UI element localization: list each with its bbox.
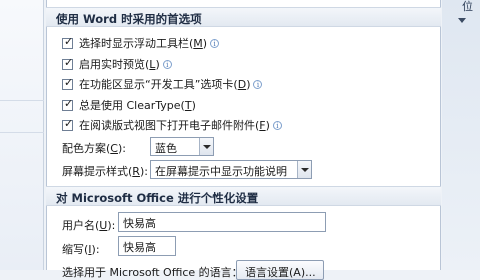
divider	[0, 100, 44, 101]
screentip-style-label: 屏幕提示样式(R):	[62, 165, 148, 178]
chevron-down-icon[interactable]	[297, 161, 311, 178]
chevron-down-icon[interactable]	[199, 138, 213, 155]
select-value: 在屏幕提示中显示功能说明	[155, 165, 287, 178]
background-right-pane: 位	[442, 0, 480, 270]
checkbox[interactable]: ✓	[62, 34, 74, 49]
info-icon: i	[253, 79, 263, 89]
checkbox[interactable]: ✓	[62, 96, 74, 111]
option-label: 总是使用 ClearType(T)	[79, 99, 196, 112]
checkbox[interactable]: ✓	[62, 116, 74, 131]
divider	[0, 132, 44, 133]
initials-label: 缩写(I):	[62, 243, 100, 256]
option-label: 选择时显示浮动工具栏(M)	[79, 37, 208, 50]
language-row-label: 选择用于 Microsoft Office 的语言：	[62, 266, 243, 279]
initials-input[interactable]: 快易高	[118, 236, 176, 256]
option-label: 在阅读版式视图下打开电子邮件附件(F)	[79, 119, 270, 132]
color-scheme-select[interactable]: 蓝色	[150, 137, 214, 156]
background-left-pane	[0, 0, 44, 270]
option-open-email-attachments[interactable]: ✓ 在阅读版式视图下打开电子邮件附件(F) i	[62, 117, 282, 133]
check-icon: ✓	[64, 116, 74, 130]
chevron-down-icon	[458, 18, 466, 23]
info-icon: i	[272, 120, 282, 130]
checkbox[interactable]: ✓	[62, 55, 74, 70]
section-header-personalize-office: 对 Microsoft Office 进行个性化设置	[46, 186, 441, 206]
info-icon: i	[162, 59, 172, 69]
option-always-cleartype[interactable]: ✓ 总是使用 ClearType(T)	[62, 97, 196, 113]
select-value: 蓝色	[155, 142, 177, 155]
check-icon: ✓	[64, 75, 74, 89]
checkbox[interactable]: ✓	[62, 75, 74, 90]
option-label: 启用实时预览(L)	[79, 58, 160, 71]
username-input[interactable]: 快易高	[118, 212, 326, 232]
section-header-word-preferences: 使用 Word 时采用的首选项	[46, 7, 441, 27]
info-icon: i	[210, 38, 220, 48]
partial-label: 位	[462, 0, 473, 13]
option-show-developer-tab[interactable]: ✓ 在功能区显示“开发工具”选项卡(D) i	[62, 75, 263, 92]
option-live-preview[interactable]: ✓ 启用实时预览(L) i	[62, 56, 172, 72]
option-show-mini-toolbar[interactable]: ✓ 选择时显示浮动工具栏(M) i	[62, 34, 220, 51]
check-icon: ✓	[64, 34, 74, 48]
color-scheme-label: 配色方案(C):	[62, 142, 126, 155]
check-icon: ✓	[64, 96, 74, 110]
language-settings-button[interactable]: 语言设置(A)...	[236, 260, 324, 280]
screentip-style-select[interactable]: 在屏幕提示中显示功能说明	[150, 160, 312, 179]
check-icon: ✓	[64, 55, 74, 69]
username-label: 用户名(U):	[62, 219, 116, 232]
option-label: 在功能区显示“开发工具”选项卡(D)	[79, 78, 251, 91]
